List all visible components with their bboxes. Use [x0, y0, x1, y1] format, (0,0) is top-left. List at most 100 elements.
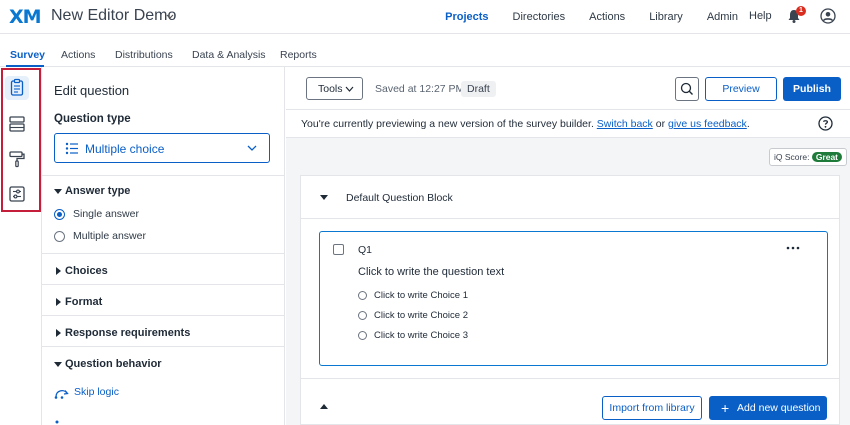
- choice-2[interactable]: Click to write Choice 2: [374, 310, 468, 321]
- list-icon: [65, 142, 78, 155]
- choice-radio: [358, 291, 367, 300]
- triangle-right-icon[interactable]: [54, 329, 62, 337]
- chevron-down-icon: [345, 86, 354, 92]
- iq-score-badge[interactable]: iQ Score: Great: [769, 148, 848, 166]
- user-avatar-icon[interactable]: [820, 8, 836, 24]
- question-number[interactable]: Q1: [358, 244, 372, 256]
- panel-title: Edit question: [54, 83, 130, 98]
- notice-or: or: [655, 118, 666, 130]
- project-tabs: Survey Actions Distributions Data & Anal…: [0, 41, 850, 67]
- chevron-down-icon: [247, 145, 257, 151]
- single-answer-label[interactable]: Single answer: [73, 208, 139, 220]
- divider: [42, 346, 285, 347]
- add-new-question-label: Add new question: [737, 402, 821, 414]
- choice-radio: [358, 311, 367, 320]
- divider: [301, 378, 839, 379]
- add-new-question-button[interactable]: + Add new question: [709, 396, 827, 420]
- format-section[interactable]: Format: [65, 296, 102, 308]
- project-title[interactable]: New Editor Demo: [51, 7, 176, 25]
- triangle-right-icon[interactable]: [54, 298, 62, 306]
- search-icon: [680, 82, 693, 95]
- more-options-icon[interactable]: [786, 245, 800, 251]
- draft-badge: Draft: [461, 81, 496, 97]
- tab-actions[interactable]: Actions: [61, 49, 95, 61]
- notice-text: You're currently previewing a new versio…: [301, 118, 750, 130]
- choices-section[interactable]: Choices: [65, 265, 108, 277]
- tab-survey[interactable]: Survey: [10, 49, 45, 61]
- chevron-down-icon[interactable]: [166, 14, 174, 20]
- choice-radio: [358, 331, 367, 340]
- triangle-up-icon[interactable]: [320, 404, 328, 410]
- xm-logo[interactable]: XM: [9, 6, 42, 28]
- divider: [42, 284, 285, 285]
- choice-1[interactable]: Click to write Choice 1: [374, 290, 468, 301]
- switch-back-link[interactable]: Switch back: [597, 118, 653, 130]
- skip-logic-icon: [54, 390, 69, 399]
- survey-toolbar: Tools Saved at 12:27 PM Draft Preview Pu…: [286, 67, 850, 110]
- nav-admin[interactable]: Admin: [707, 11, 738, 23]
- divider: [301, 218, 839, 219]
- divider: [42, 175, 285, 176]
- answer-type-title[interactable]: Answer type: [65, 185, 130, 197]
- question-type-label: Question type: [54, 113, 131, 125]
- nav-directories[interactable]: Directories: [513, 11, 566, 23]
- editor-icon-rail: [0, 67, 42, 425]
- skip-logic-link[interactable]: Skip logic: [74, 386, 119, 398]
- survey-canvas: Tools Saved at 12:27 PM Draft Preview Pu…: [286, 67, 850, 425]
- triangle-down-icon[interactable]: [320, 195, 328, 201]
- divider: [42, 253, 285, 254]
- question-type-value: Multiple choice: [85, 142, 165, 156]
- edit-question-tool[interactable]: [5, 76, 29, 100]
- tools-dropdown[interactable]: Tools: [306, 77, 363, 100]
- top-bar: XM New Editor Demo Projects Directories …: [0, 0, 850, 34]
- give-feedback-link[interactable]: give us feedback: [668, 118, 747, 130]
- tab-reports[interactable]: Reports: [280, 49, 317, 61]
- triangle-down-icon[interactable]: [54, 360, 62, 368]
- paint-roller-icon: [9, 151, 25, 168]
- single-answer-radio[interactable]: [54, 209, 65, 220]
- notice-period: .: [746, 118, 750, 130]
- clipboard-icon: [10, 78, 24, 96]
- tools-label: Tools: [318, 83, 343, 95]
- top-nav: Projects Directories Actions Library Adm…: [421, 0, 738, 34]
- edit-question-panel: Edit question Question type Multiple cho…: [42, 67, 285, 425]
- response-requirements-section[interactable]: Response requirements: [65, 327, 190, 339]
- question-select-checkbox[interactable]: [333, 244, 344, 255]
- nav-help[interactable]: Help: [749, 10, 772, 22]
- help-circle-icon[interactable]: [818, 116, 833, 131]
- choice-3[interactable]: Click to write Choice 3: [374, 330, 468, 341]
- triangle-right-icon[interactable]: [54, 267, 62, 275]
- sliders-icon: [9, 186, 25, 202]
- nav-actions[interactable]: Actions: [589, 11, 625, 23]
- divider: [42, 315, 285, 316]
- builder-notice-bar: You're currently previewing a new versio…: [286, 110, 850, 138]
- question-block: Default Question Block Q1 Click to write…: [300, 175, 840, 425]
- question-behavior-title[interactable]: Question behavior: [65, 358, 162, 370]
- tab-distributions[interactable]: Distributions: [115, 49, 173, 61]
- nav-library[interactable]: Library: [649, 11, 683, 23]
- multiple-answer-radio[interactable]: [54, 231, 65, 242]
- plus-icon: +: [721, 400, 730, 416]
- survey-flow-tool[interactable]: [8, 115, 26, 133]
- display-logic-icon: [55, 420, 59, 424]
- notification-badge: 1: [796, 6, 806, 16]
- question-card[interactable]: Q1 Click to write the question text Clic…: [319, 231, 828, 366]
- import-from-library-button[interactable]: Import from library: [602, 396, 702, 420]
- iq-score-value: Great: [811, 152, 843, 162]
- question-text[interactable]: Click to write the question text: [358, 266, 504, 278]
- triangle-down-icon[interactable]: [54, 187, 62, 195]
- notice-message: You're currently previewing a new versio…: [301, 118, 594, 130]
- layout-icon: [9, 116, 25, 132]
- search-button[interactable]: [675, 77, 699, 101]
- saved-status: Saved at 12:27 PM: [375, 83, 465, 95]
- tab-data-analysis[interactable]: Data & Analysis: [192, 49, 266, 61]
- nav-projects[interactable]: Projects: [445, 11, 488, 23]
- preview-button[interactable]: Preview: [705, 77, 777, 101]
- look-and-feel-tool[interactable]: [8, 150, 26, 168]
- survey-options-tool[interactable]: [8, 185, 26, 203]
- question-type-select[interactable]: Multiple choice: [54, 133, 270, 163]
- publish-button[interactable]: Publish: [783, 77, 841, 101]
- multiple-answer-label[interactable]: Multiple answer: [73, 230, 146, 242]
- iq-score-label: iQ Score:: [774, 152, 810, 162]
- block-title[interactable]: Default Question Block: [346, 192, 453, 204]
